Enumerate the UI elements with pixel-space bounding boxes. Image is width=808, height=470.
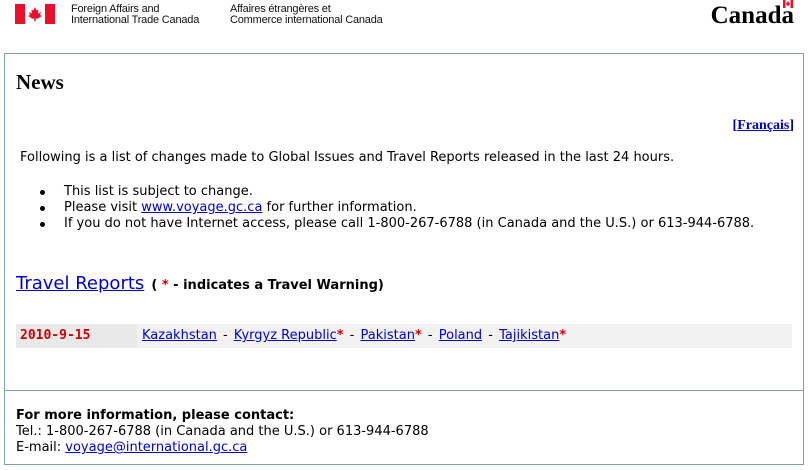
report-date: 2010-9-15 xyxy=(20,328,91,343)
site-header: Foreign Affairs and International Trade … xyxy=(0,0,808,52)
list-item: This list is subject to change. xyxy=(20,184,754,200)
department-name-french: Affaires étrangères et Commerce internat… xyxy=(230,4,383,26)
country-link-poland[interactable]: Poland xyxy=(439,328,482,343)
note-text: for further information. xyxy=(262,200,417,215)
list-item: Please visit www.voyage.gc.ca for furthe… xyxy=(20,200,754,216)
dept-fr-line2: Commerce international Canada xyxy=(230,14,383,26)
separator: - xyxy=(345,328,359,343)
department-name-english: Foreign Affairs and International Trade … xyxy=(71,4,199,26)
language-toggle[interactable]: [Français] xyxy=(733,118,794,134)
country-link-tajikistan[interactable]: Tajikistan xyxy=(499,328,559,343)
contact-phone: Tel.: 1-800-267-6788 (in Canada and the … xyxy=(16,424,429,439)
travel-reports-heading: Travel Reports ( * - indicates a Travel … xyxy=(16,273,384,294)
email-label: E-mail: xyxy=(16,440,66,455)
email-link[interactable]: voyage@international.gc.ca xyxy=(65,440,247,455)
country-link-kazakhstan[interactable]: Kazakhstan xyxy=(142,328,217,343)
warning-star-icon: * xyxy=(414,328,422,343)
note-text: Please visit xyxy=(64,200,142,215)
travel-reports-link[interactable]: Travel Reports xyxy=(16,273,144,294)
canada-flag-icon xyxy=(15,4,55,24)
bullet-icon xyxy=(40,222,45,227)
separator: - xyxy=(484,328,498,343)
contact-info: For more information, please contact: Te… xyxy=(16,408,429,456)
warning-star-icon: * xyxy=(336,328,344,343)
table-row: 2010-9-15 Kazakhstan - Kyrgyz Republic* … xyxy=(16,324,792,348)
separator: - xyxy=(218,328,232,343)
news-panel: News [Français] Following is a list of c… xyxy=(4,53,804,465)
note-text: This list is subject to change. xyxy=(64,184,253,199)
travel-warning-legend: ( * - indicates a Travel Warning) xyxy=(151,278,383,293)
warning-star-icon: * xyxy=(161,278,169,293)
bullet-icon xyxy=(40,206,45,211)
intro-text: Following is a list of changes made to G… xyxy=(20,150,675,165)
note-text: If you do not have Internet access, plea… xyxy=(64,216,755,231)
dept-en-line2: International Trade Canada xyxy=(71,14,200,26)
language-link[interactable]: Français xyxy=(737,118,789,133)
wordmark-flag-icon xyxy=(783,0,793,8)
legend-text: - indicates a Travel Warning) xyxy=(168,278,384,293)
country-link-kyrgyz-republic[interactable]: Kyrgyz Republic xyxy=(234,328,337,343)
contact-email-line: E-mail: voyage@international.gc.ca xyxy=(16,440,429,456)
contact-heading: For more information, please contact: xyxy=(16,408,295,423)
wordmark-text: Canada xyxy=(710,2,794,29)
bracket-close: ] xyxy=(789,118,794,133)
legend-open: ( xyxy=(151,278,162,293)
country-list: Kazakhstan - Kyrgyz Republic* - Pakistan… xyxy=(137,324,792,348)
voyage-website-link[interactable]: www.voyage.gc.ca xyxy=(141,200,262,215)
canada-wordmark: Canada xyxy=(710,0,794,30)
notes-list: This list is subject to change. Please v… xyxy=(20,184,754,232)
country-link-pakistan[interactable]: Pakistan xyxy=(361,328,415,343)
divider xyxy=(5,390,803,391)
list-item: If you do not have Internet access, plea… xyxy=(20,216,754,232)
page-title: News xyxy=(16,70,64,94)
warning-star-icon: * xyxy=(559,328,567,343)
separator: - xyxy=(423,328,437,343)
bullet-icon xyxy=(40,190,45,195)
